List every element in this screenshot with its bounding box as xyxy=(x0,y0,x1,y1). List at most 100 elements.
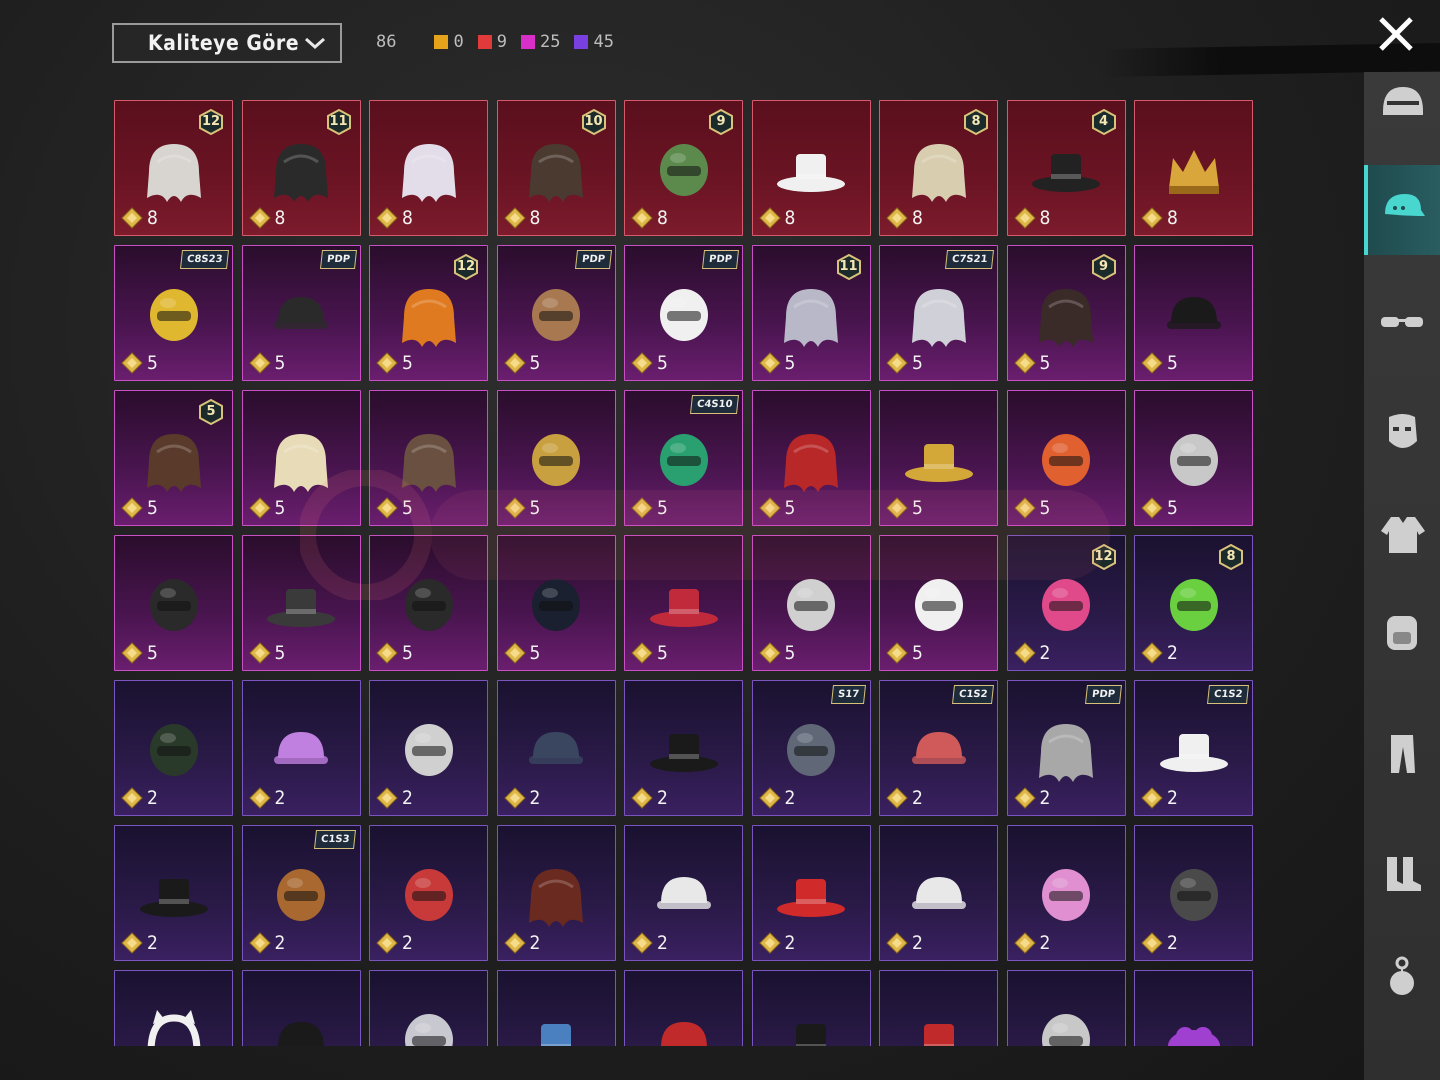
item-card[interactable]: 95 xyxy=(1006,245,1126,381)
price: 5 xyxy=(758,352,795,374)
season-tag: C7S21 xyxy=(944,250,994,269)
currency-coin-icon xyxy=(248,787,271,809)
sort-dropdown[interactable]: Kaliteye Göre xyxy=(112,23,342,63)
item-card[interactable]: 5 xyxy=(241,390,361,526)
skull-mask-icon xyxy=(900,567,978,645)
hair-flowers-icon xyxy=(772,277,850,355)
item-card[interactable]: 12 5 xyxy=(369,245,488,381)
item-card[interactable] xyxy=(751,970,871,1046)
item-card[interactable]: 8 xyxy=(751,100,871,236)
item-grid: 12 8 11 8 8 10 8 9 8 8 8 8 4 8 8 C8S23 5 PDP 5 12 5 PDP 5 PDP 5 1… xyxy=(114,100,1254,1046)
item-card[interactable]: 2 xyxy=(624,825,743,961)
item-card[interactable]: 2 xyxy=(369,825,488,961)
price-amount: 2 xyxy=(1167,932,1178,954)
item-card[interactable] xyxy=(1006,970,1126,1046)
item-card[interactable] xyxy=(624,970,743,1046)
item-grid-viewport[interactable]: 12 8 11 8 8 10 8 9 8 8 8 8 4 8 8 C8S23 5 PDP 5 12 5 PDP 5 PDP 5 1… xyxy=(114,100,1254,1046)
category-tab-jacket[interactable] xyxy=(1364,490,1440,580)
category-tab-helmet[interactable] xyxy=(1364,60,1440,150)
price: 5 xyxy=(376,497,413,519)
currency-coin-icon xyxy=(1013,787,1036,809)
item-card[interactable]: 2 xyxy=(114,680,233,816)
price-amount: 5 xyxy=(402,497,413,519)
item-card[interactable] xyxy=(369,970,488,1046)
item-card[interactable]: 2 xyxy=(114,825,233,961)
item-card[interactable]: C1S3 2 xyxy=(241,825,361,961)
item-card[interactable] xyxy=(879,970,998,1046)
level-badge: 12 xyxy=(1091,544,1117,570)
item-card[interactable]: 5 xyxy=(879,390,998,526)
item-card[interactable]: 2 xyxy=(496,680,616,816)
item-card[interactable]: 5 xyxy=(751,535,871,671)
category-tab-mask[interactable] xyxy=(1364,390,1440,480)
currency-coin-icon xyxy=(121,352,143,374)
price: 8 xyxy=(886,207,923,229)
item-card[interactable]: 5 xyxy=(496,535,616,671)
category-tab-backpack[interactable] xyxy=(1364,587,1440,677)
category-tab-pants[interactable] xyxy=(1364,710,1440,800)
price-amount: 5 xyxy=(784,497,796,519)
item-card[interactable]: 2 xyxy=(879,825,998,961)
currency-coin-icon xyxy=(631,497,653,519)
category-tab-cap[interactable] xyxy=(1364,165,1440,255)
price-amount: 8 xyxy=(529,207,541,229)
item-card[interactable]: 5 xyxy=(1134,390,1253,526)
item-card[interactable]: 2 xyxy=(624,680,743,816)
item-card[interactable]: 5 xyxy=(241,535,361,671)
item-card[interactable]: 10 8 xyxy=(496,100,616,236)
item-card[interactable]: 2 xyxy=(496,825,616,961)
price-amount: 2 xyxy=(784,932,796,954)
item-card[interactable]: C8S23 5 xyxy=(114,245,233,381)
item-card[interactable]: C4S10 5 xyxy=(624,390,743,526)
level-badge: 8 xyxy=(1218,544,1244,570)
item-card[interactable]: PDP 2 xyxy=(1006,680,1126,816)
item-card[interactable]: 2 xyxy=(369,680,488,816)
item-card[interactable]: 5 xyxy=(624,535,743,671)
item-card[interactable]: 8 xyxy=(369,100,488,236)
item-card[interactable] xyxy=(496,970,616,1046)
item-card[interactable]: 2 xyxy=(751,825,871,961)
item-card[interactable]: 55 xyxy=(114,390,233,526)
item-card[interactable]: PDP 5 xyxy=(496,245,616,381)
item-card[interactable]: 11 8 xyxy=(241,100,361,236)
item-card[interactable]: 82 xyxy=(1134,535,1253,671)
item-card[interactable] xyxy=(114,970,233,1046)
level-badge: 11 xyxy=(326,109,352,135)
item-card[interactable]: 5 xyxy=(114,535,233,671)
item-card[interactable]: 5 xyxy=(751,390,871,526)
item-card[interactable]: C7S21 5 xyxy=(879,245,998,381)
item-card[interactable]: 5 xyxy=(1134,245,1253,381)
item-card[interactable]: PDP 5 xyxy=(241,245,361,381)
item-card[interactable]: 5 xyxy=(369,535,488,671)
item-card[interactable] xyxy=(241,970,361,1046)
item-card[interactable] xyxy=(1134,970,1253,1046)
item-card[interactable]: 2 xyxy=(241,680,361,816)
item-card[interactable]: 11 5 xyxy=(751,245,871,381)
item-card[interactable]: 5 xyxy=(369,390,488,526)
item-card[interactable]: 2 xyxy=(1134,825,1253,961)
category-tab-accessory[interactable] xyxy=(1364,932,1440,1022)
item-card[interactable]: 48 xyxy=(1006,100,1126,236)
price: 2 xyxy=(376,787,413,809)
currency-coin-icon xyxy=(631,352,653,374)
item-card[interactable]: 5 xyxy=(1006,390,1126,526)
item-card[interactable]: 8 xyxy=(1134,100,1253,236)
close-button[interactable] xyxy=(1376,14,1416,54)
item-card[interactable]: 12 8 xyxy=(114,100,233,236)
item-card[interactable]: S17 2 xyxy=(751,680,871,816)
currency-coin-icon xyxy=(503,352,526,374)
category-tab-glasses[interactable] xyxy=(1364,280,1440,370)
category-tab-boots[interactable] xyxy=(1364,830,1440,920)
item-card[interactable]: C1S2 2 xyxy=(879,680,998,816)
item-card[interactable]: 2 xyxy=(1006,825,1126,961)
item-card[interactable]: 5 xyxy=(496,390,616,526)
item-card[interactable]: 98 xyxy=(624,100,743,236)
item-card[interactable]: 5 xyxy=(879,535,998,671)
price-amount: 2 xyxy=(784,787,796,809)
item-card[interactable]: 88 xyxy=(879,100,998,236)
helmet-icon xyxy=(1377,81,1427,129)
price: 8 xyxy=(503,207,541,229)
item-card[interactable]: C1S2 2 xyxy=(1134,680,1253,816)
item-card[interactable]: 12 2 xyxy=(1006,535,1126,671)
item-card[interactable]: PDP 5 xyxy=(624,245,743,381)
